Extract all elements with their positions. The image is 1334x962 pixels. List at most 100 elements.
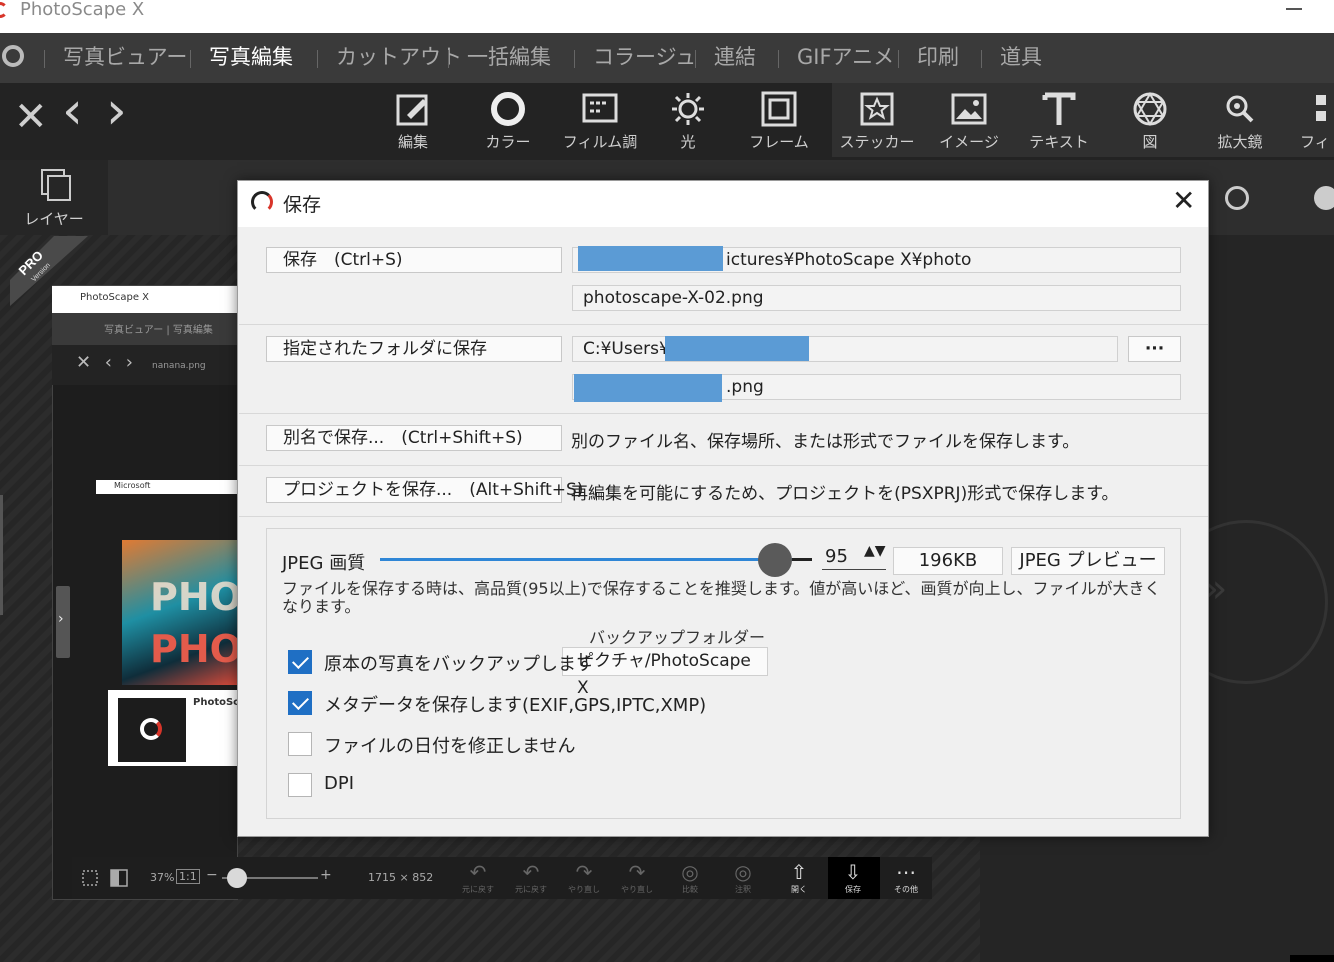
image-icon <box>951 93 987 125</box>
open-button[interactable]: ⇧ 開く <box>777 860 821 895</box>
color-circle-icon <box>491 92 525 126</box>
zoom-actual-button[interactable]: 1:1 <box>176 869 200 884</box>
undo-all-button[interactable]: ↶ 元に戻す <box>509 860 553 895</box>
tool-film[interactable]: フィルム調 <box>557 83 643 155</box>
note-button[interactable]: ◎ 注釈 <box>721 860 765 895</box>
save-button[interactable]: ⇩ 保存 <box>831 860 875 895</box>
more-icon: ⋯ <box>896 860 916 884</box>
tool-shape[interactable]: 図 <box>1107 83 1193 155</box>
layer-icon[interactable] <box>40 168 72 202</box>
edited-image-logo-icon <box>140 718 162 740</box>
tool-filter[interactable]: フィル <box>1286 83 1334 155</box>
app-menu-icon[interactable] <box>2 45 24 67</box>
dpi-checkbox[interactable] <box>288 773 312 797</box>
minimize-button[interactable] <box>1286 8 1302 10</box>
save-button[interactable]: 保存 (Ctrl+S) <box>266 247 562 273</box>
menu-photo-editor[interactable]: 写真編集 <box>209 43 293 71</box>
edited-image-nav: ✕ ‹ › <box>76 352 137 373</box>
tool-frame[interactable]: フレーム <box>736 83 822 155</box>
redo-button[interactable]: ↷ やり直し <box>562 860 606 895</box>
redacted-block <box>665 336 809 361</box>
save-metadata-label[interactable]: メタデータを保存します(EXIF,GPS,IPTC,XMP) <box>324 691 706 717</box>
jpeg-quality-slider[interactable] <box>380 558 812 561</box>
quality-spinner-icon[interactable]: ▲▼ <box>864 544 886 558</box>
dpi-label[interactable]: DPI <box>324 773 354 794</box>
save-project-description: 再編集を可能にするため、プロジェクトを(PSXPRJ)形式で保存します。 <box>571 484 1119 504</box>
jpeg-quality-note: ファイルを保存する時は、高品質(95以上)で保存することを推奨します。値が高いほ… <box>282 579 1161 616</box>
backup-original-checkbox[interactable] <box>288 650 312 674</box>
magnifier-icon <box>1226 95 1254 123</box>
redacted-block <box>574 374 722 402</box>
sun-icon <box>672 93 704 125</box>
film-icon <box>582 93 618 123</box>
fit-view-icon[interactable] <box>109 868 129 888</box>
backup-folder-label: バックアップフォルダー <box>589 628 766 647</box>
save-icon: ⇩ <box>844 860 862 884</box>
save-to-folder-button[interactable]: 指定されたフォルダに保存 <box>266 336 562 362</box>
undo-button[interactable]: ↶ 元に戻す <box>456 860 500 895</box>
zoom-percent[interactable]: 37% <box>150 871 174 884</box>
tool-text[interactable]: テキスト <box>1016 83 1102 155</box>
tool-color[interactable]: カラー <box>465 83 551 155</box>
edited-image-art-text: PHO <box>150 575 242 619</box>
tool-magnifier[interactable]: 拡大鏡 <box>1197 83 1283 155</box>
jpeg-quality-slider-handle[interactable] <box>758 543 792 577</box>
tool-light[interactable]: 光 <box>645 83 731 155</box>
crop-select-icon[interactable] <box>80 868 100 888</box>
jpeg-quality-label: JPEG 画質 <box>282 553 366 574</box>
edited-image-title: PhotoScape X <box>80 292 150 303</box>
edited-image-card-text: PhotoSc <box>193 697 240 708</box>
circle-outline-icon[interactable] <box>1225 186 1249 210</box>
edit-icon <box>396 94 428 126</box>
title-bar <box>0 0 1334 33</box>
circle-filled-icon[interactable] <box>1314 186 1334 210</box>
compare-icon: ◎ <box>681 860 699 884</box>
dialog-title: 保存 <box>283 194 322 216</box>
menu-gif[interactable]: GIFアニメ <box>797 43 894 71</box>
dialog-close-button[interactable]: ✕ <box>1172 184 1195 218</box>
edited-image-menu: 写真ビュアー | 写真編集 <box>104 325 213 336</box>
menu-bar: 写真ビュアー 写真編集 カットアウト 一括編集 コラージュ 連結 GIFアニメ … <box>0 33 1334 83</box>
browse-folder-button[interactable]: ··· <box>1128 336 1181 362</box>
app-logo-icon <box>251 191 273 213</box>
note-icon: ◎ <box>734 860 752 884</box>
save-as-button[interactable]: 別名で保存... (Ctrl+Shift+S) <box>266 425 562 451</box>
next-icon[interactable]: › <box>106 85 127 137</box>
zoom-in-button[interactable]: + <box>320 867 332 883</box>
filter-icon <box>1316 95 1326 121</box>
compare-button[interactable]: ◎ 比較 <box>668 860 712 895</box>
open-icon: ⇧ <box>790 860 808 884</box>
menu-cutout[interactable]: カットアウト <box>336 43 462 71</box>
tool-sticker[interactable]: ステッカー <box>834 83 920 155</box>
keep-file-date-checkbox[interactable] <box>288 732 312 756</box>
layer-label[interactable]: レイヤー <box>0 208 108 229</box>
toolbar: ✕ ‹ › 編集 カラー フィルム調 光 フレーム ステッカー イメージ テキス… <box>0 83 1334 160</box>
more-button[interactable]: ⋯ その他 <box>884 860 928 895</box>
menu-collage[interactable]: コラージュ <box>593 43 696 71</box>
backup-original-label[interactable]: 原本の写真をバックアップします <box>324 650 594 676</box>
menu-combine[interactable]: 連結 <box>714 43 756 71</box>
save-metadata-checkbox[interactable] <box>288 691 312 715</box>
save-project-button[interactable]: プロジェクトを保存... (Alt+Shift+S) <box>266 477 583 503</box>
chevron-right-icon: › <box>58 611 64 627</box>
menu-print[interactable]: 印刷 <box>917 43 959 71</box>
prev-icon[interactable]: ‹ <box>62 85 83 137</box>
keep-file-date-label[interactable]: ファイルの日付を修正しません <box>324 732 575 758</box>
jpeg-quality-value[interactable]: 95 <box>825 546 848 567</box>
zoom-out-button[interactable]: − <box>206 867 218 883</box>
edited-image-filename: nanana.png <box>152 361 206 371</box>
menu-tools[interactable]: 道具 <box>1000 43 1042 71</box>
jpeg-preview-button[interactable]: JPEG プレビュー <box>1011 547 1165 575</box>
folder-path-field[interactable]: C:¥Users¥ <box>572 336 1118 362</box>
edited-image-strip: Microsoft <box>114 481 151 490</box>
redacted-block <box>578 246 723 271</box>
redo-all-button[interactable]: ↷ やり直し <box>615 860 659 895</box>
save-filename-field[interactable]: photoscape-X-02.png <box>572 285 1181 311</box>
close-icon[interactable]: ✕ <box>14 95 48 139</box>
tool-image[interactable]: イメージ <box>926 83 1012 155</box>
zoom-slider-handle[interactable] <box>227 868 247 888</box>
menu-photo-viewer[interactable]: 写真ビュアー <box>63 43 187 71</box>
sticker-icon <box>860 92 894 126</box>
tool-edit[interactable]: 編集 <box>370 83 456 155</box>
menu-batch-edit[interactable]: 一括編集 <box>467 43 551 71</box>
